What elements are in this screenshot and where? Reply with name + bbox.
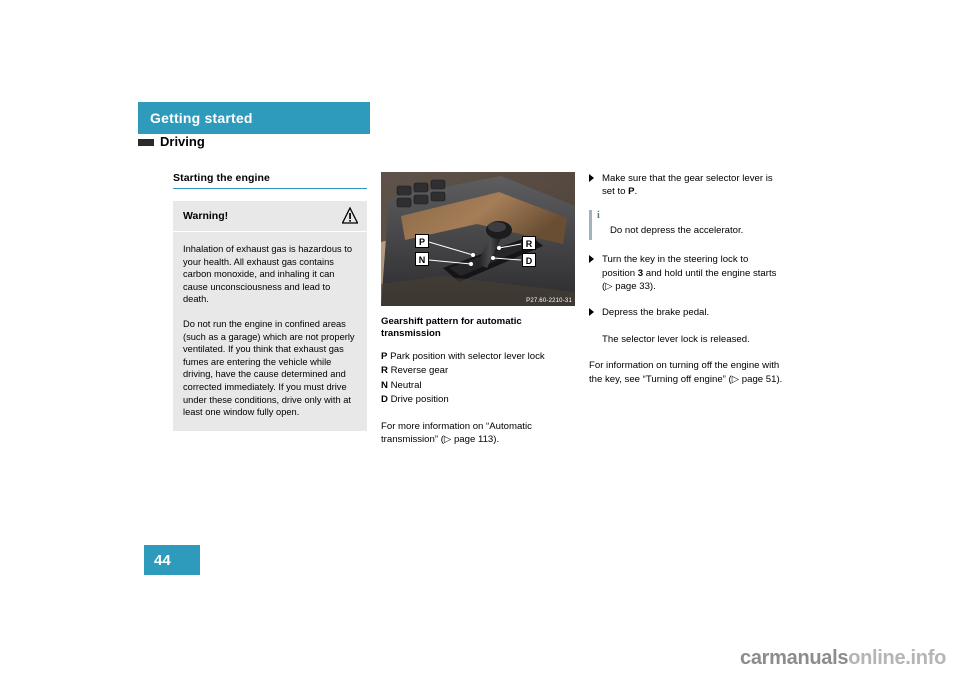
definition-key-P: P: [381, 350, 388, 362]
note-accelerator: i Do not depress the accelerator.: [589, 209, 783, 240]
figure-code: P27.60-2210-31: [526, 298, 572, 304]
info-note-icon: i: [589, 209, 602, 240]
gearshift-illustration: [381, 172, 575, 306]
column-left: Starting the engine Warning! Inhalation …: [173, 172, 367, 431]
section-tab-marker: [138, 139, 154, 146]
note-text: Do not depress the accelerator.: [610, 224, 744, 236]
definition-key-R: R: [381, 365, 388, 377]
step-text-2: Turn the key in the steering lock to pos…: [602, 254, 777, 293]
definition-row-D: D Drive position: [381, 393, 575, 408]
definition-text-P: Park position with selector lever lock: [390, 350, 545, 362]
definition-text-N: Neutral: [390, 379, 422, 391]
warning-paragraph-1: Inhalation of exhaust gas is hazardous t…: [183, 244, 353, 305]
page-number-box: 44: [144, 545, 200, 575]
definition-key-N: N: [381, 379, 388, 391]
warning-triangle-icon: [341, 206, 359, 225]
info-i-glyph: i: [597, 209, 600, 221]
step-selector-lever-P: Make sure that the gear selector lever i…: [589, 172, 783, 199]
figure-label-R: R: [522, 236, 536, 250]
figure-label-P: P: [415, 234, 429, 248]
definition-text-D: Drive position: [390, 394, 449, 406]
chapter-header-bar: Getting started: [138, 102, 370, 134]
warning-body: Inhalation of exhaust gas is hazardous t…: [173, 232, 367, 431]
figure-label-N: N: [415, 252, 429, 266]
step-result-text: The selector lever lock is released.: [602, 333, 750, 345]
definition-row-P: P Park position with selector lever lock: [381, 350, 575, 365]
more-info-paragraph: For more information on “Automatic trans…: [381, 420, 532, 446]
chapter-title: Getting started: [150, 110, 253, 126]
definition-row-R: R Reverse gear: [381, 364, 575, 379]
watermark-part2: online.info: [848, 647, 946, 669]
section-title: Driving: [160, 134, 205, 149]
starting-the-engine-heading: Starting the engine: [173, 172, 270, 184]
page-number: 44: [154, 552, 171, 569]
watermark: carmanualsonline.info: [740, 647, 946, 670]
step-depress-brake: Depress the brake pedal.: [589, 306, 783, 319]
turning-off-engine-paragraph: For information on turning off the engin…: [589, 360, 783, 385]
bullet-arrow-icon: [589, 174, 594, 182]
figure-label-D: D: [522, 253, 536, 267]
watermark-part1: carmanuals: [740, 647, 849, 669]
bullet-arrow-icon: [589, 255, 594, 264]
heading-rule: [173, 188, 367, 189]
gear-definition-list: P Park position with selector lever lock…: [381, 350, 575, 408]
step-text-1: Make sure that the gear selector lever i…: [602, 173, 773, 198]
definition-key-D: D: [381, 394, 388, 406]
step-text-3: Depress the brake pedal.: [602, 307, 710, 319]
column-right: Make sure that the gear selector lever i…: [589, 172, 783, 398]
step-turn-key: Turn the key in the steering lock to pos…: [589, 253, 783, 293]
figure-caption: Gearshift pattern for automatic transmis…: [381, 316, 522, 340]
warning-paragraph-2: Do not run the engine in confined areas …: [183, 318, 355, 418]
warning-header: Warning!: [173, 201, 367, 232]
bullet-arrow-icon: [589, 308, 594, 317]
column-middle: P N R D P27.60-2210-31 Gearshift pattern…: [381, 172, 575, 446]
warning-box: Warning! Inhalation of exhaust gas is ha…: [173, 201, 367, 431]
gearshift-figure: P N R D P27.60-2210-31: [381, 172, 575, 306]
definition-text-R: Reverse gear: [390, 365, 449, 377]
definition-row-N: N Neutral: [381, 379, 575, 394]
warning-label: Warning!: [183, 210, 229, 222]
